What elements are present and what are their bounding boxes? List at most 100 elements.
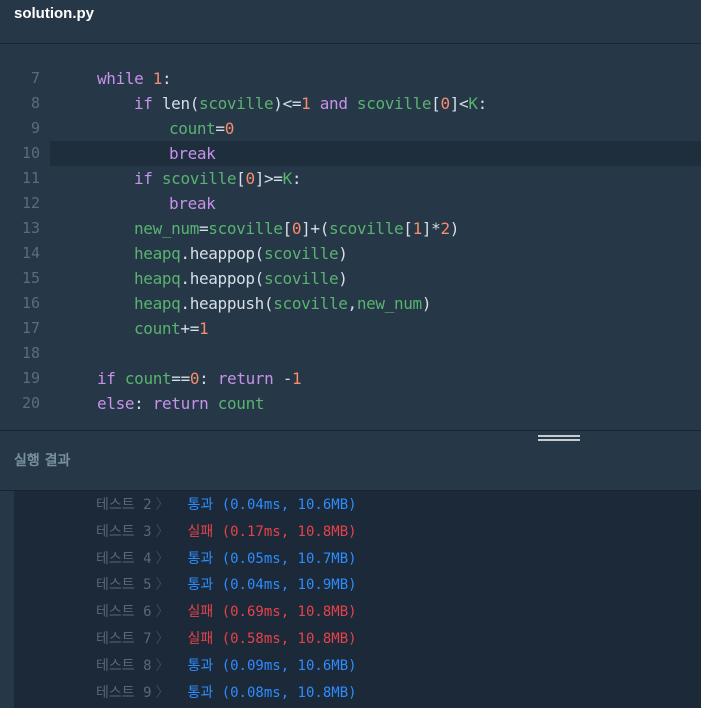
code-token: : — [199, 369, 218, 388]
code-line[interactable]: 18 — [0, 341, 701, 366]
code-token: break — [169, 144, 216, 163]
test-metrics: (0.17ms, 10.8MB) — [213, 523, 357, 540]
code-token: == — [171, 369, 190, 388]
code-token: 0 — [245, 169, 255, 188]
test-name: 테스트 2 — [96, 497, 152, 513]
code-line[interactable]: 16 heapq.heappush(scoville,new_num) — [0, 291, 701, 316]
code-token: count — [217, 394, 265, 413]
code-token: 1 — [412, 219, 423, 238]
line-number: 13 — [21, 219, 40, 237]
code-token: 0 — [291, 219, 302, 238]
code-token: scoville — [329, 219, 404, 238]
code-line[interactable]: 20 else: return count — [0, 391, 701, 416]
test-status: 실패 — [187, 604, 214, 621]
chevron-right-icon: 〉 — [155, 604, 170, 621]
code-token: 0 — [224, 119, 235, 138]
code-token: scoville — [199, 94, 274, 113]
chevron-right-icon: 〉 — [155, 577, 170, 594]
resize-handle-icon[interactable] — [538, 435, 580, 445]
chevron-right-icon: 〉 — [155, 631, 170, 647]
test-metrics: (0.04ms, 10.9MB) — [213, 577, 357, 594]
code-token: if — [134, 94, 153, 113]
code-token: scoville — [208, 219, 283, 238]
line-number: 10 — [21, 144, 40, 162]
code-editor[interactable]: 7 while 1: 8 if len(scoville)<=1 and scovil… — [0, 44, 701, 430]
test-metrics: (0.05ms, 10.7MB) — [213, 550, 357, 567]
code-text: break — [169, 141, 216, 166]
code-token: , — [347, 294, 358, 313]
test-name: 테스트 7 — [96, 631, 152, 647]
code-text: heapq.heappop(scoville) — [134, 241, 348, 266]
test-name: 테스트 3 — [96, 523, 152, 540]
code-text: else: return count — [97, 391, 264, 416]
code-token: 1 — [199, 319, 209, 338]
code-token: 0 — [440, 94, 450, 113]
line-number: 19 — [21, 369, 40, 387]
test-result-row: 테스트 5 〉 통과 (0.04ms, 10.9MB) — [96, 572, 357, 598]
code-token: : — [477, 94, 488, 113]
code-token: ( — [189, 94, 200, 113]
chevron-right-icon: 〉 — [155, 550, 170, 567]
test-name: 테스트 5 — [96, 577, 152, 594]
test-metrics: (0.09ms, 10.6MB) — [213, 657, 357, 674]
file-title: solution.py — [14, 5, 94, 22]
test-name: 테스트 4 — [96, 550, 152, 567]
code-token: K — [468, 94, 478, 113]
chevron-right-icon: 〉 — [155, 657, 170, 674]
code-token: = — [215, 119, 225, 138]
code-token: count — [124, 369, 172, 388]
code-token: return — [152, 394, 209, 413]
code-line[interactable]: 11 if scoville[0]>=K: — [0, 166, 701, 191]
code-text: while 1: — [97, 66, 172, 91]
code-line[interactable]: 12 break — [0, 191, 701, 216]
code-token: return — [217, 369, 274, 388]
code-token: scoville — [263, 269, 339, 288]
code-text: if count==0: return -1 — [97, 366, 302, 391]
code-line[interactable]: 10 break — [22, 141, 701, 166]
code-line[interactable]: 13 new_num=scoville[0]+(scoville[1]*2) — [0, 216, 701, 241]
code-text: break — [169, 191, 216, 216]
results-panel[interactable]: 테스트 2 〉 통과 (0.04ms, 10.6MB) 테스트 3 〉 실패 (0.17m… — [0, 491, 701, 708]
test-result-row: 테스트 4 〉 통과 (0.05ms, 10.7MB) — [96, 546, 357, 572]
code-token: if — [134, 169, 153, 188]
code-text: count+=1 — [134, 316, 209, 341]
line-number: 15 — [21, 269, 40, 287]
code-line[interactable]: 14 heapq.heappop(scoville) — [0, 241, 701, 266]
test-status: 통과 — [187, 577, 214, 594]
code-editor-app: solution.py 7 while 1: 8 if len(scoville)<=… — [0, 0, 701, 708]
line-number: 14 — [21, 244, 40, 262]
line-number: 9 — [30, 119, 40, 137]
code-token: count — [169, 119, 216, 138]
code-line[interactable]: 17 count+=1 — [0, 316, 701, 341]
code-line[interactable]: 15 heapq.heappop(scoville) — [0, 266, 701, 291]
code-token: heapq — [134, 244, 181, 263]
line-number: 18 — [21, 344, 40, 362]
line-number: 11 — [21, 169, 40, 187]
code-token: and — [319, 94, 348, 113]
test-result-row: 테스트 7 〉 실패 (0.58ms, 10.8MB) — [96, 626, 357, 652]
code-token: while — [97, 69, 144, 88]
code-token: ]< — [449, 94, 469, 113]
test-metrics: (0.04ms, 10.6MB) — [213, 497, 357, 513]
line-number: 12 — [21, 194, 40, 212]
code-line[interactable]: 8 if len(scoville)<=1 and scoville[0]<K: — [0, 91, 701, 116]
code-line[interactable]: 9 count=0 — [0, 116, 701, 141]
results-header: 실행 결과 — [0, 431, 701, 491]
test-name: 테스트 9 — [96, 684, 152, 701]
code-token: = — [198, 219, 209, 238]
code-token: break — [169, 194, 216, 213]
test-status: 실패 — [187, 631, 214, 647]
code-token: )<= — [273, 94, 302, 113]
code-line[interactable]: 19 if count==0: return -1 — [0, 366, 701, 391]
code-token: new_num — [356, 294, 422, 313]
test-status: 실패 — [187, 523, 214, 540]
code-line[interactable]: 7 while 1: — [0, 66, 701, 91]
code-token: : — [134, 394, 153, 413]
code-token: [ — [282, 219, 293, 238]
chevron-right-icon: 〉 — [155, 497, 170, 513]
code-text: count=0 — [169, 116, 234, 141]
